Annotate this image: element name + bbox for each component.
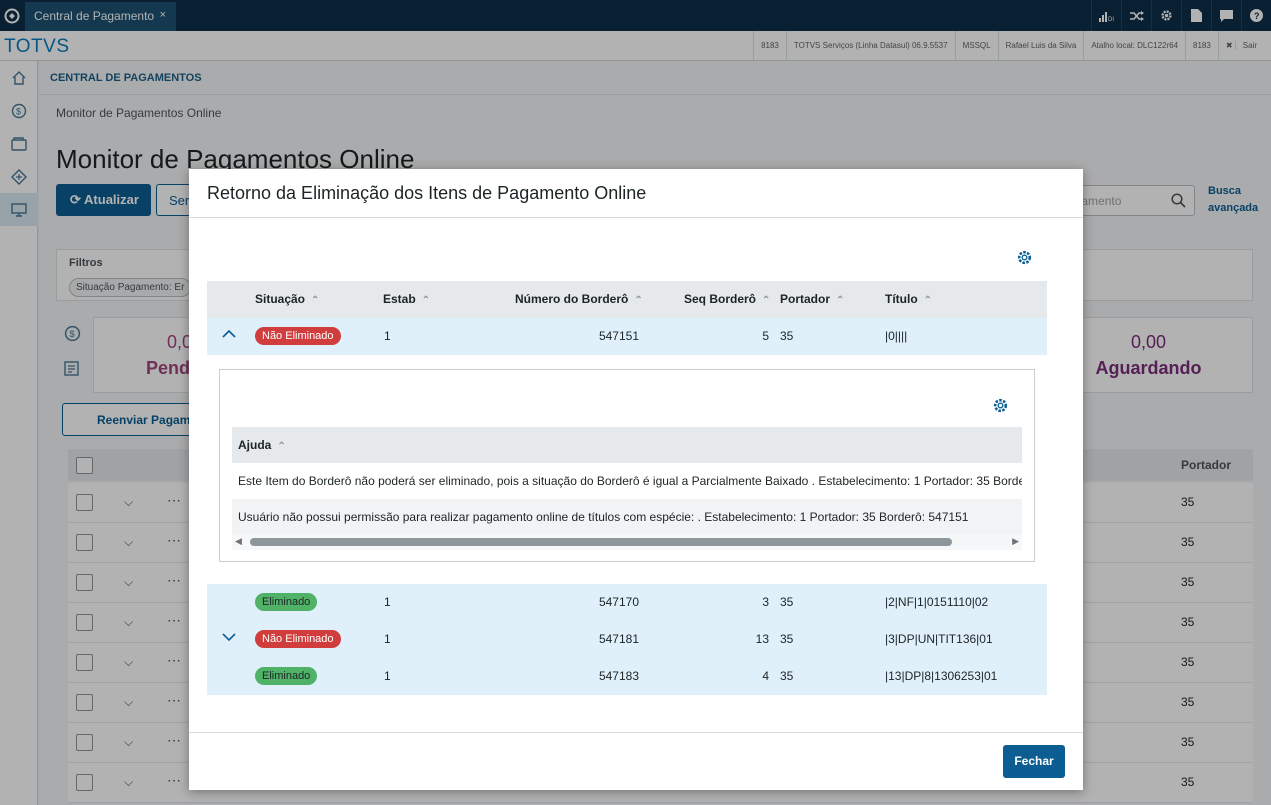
status-badge: Eliminado — [255, 593, 318, 611]
cell-numero: 547170 — [598, 595, 639, 609]
cell-titulo: |2|NF|1|0151110|02 — [885, 595, 989, 609]
column-seq-label: Seq Borderô — [684, 292, 757, 306]
close-button[interactable]: Fechar — [1003, 745, 1065, 778]
detail-message: Usuário não possui permissão para realiz… — [238, 510, 969, 524]
table-row[interactable]: Eliminado 1 547170 3 35 |2|NF|1|0151110|… — [207, 584, 1047, 621]
sort-icon[interactable]: ⌃ — [762, 295, 770, 306]
chevron-down-icon[interactable] — [221, 629, 239, 647]
cell-numero: 547183 — [598, 669, 639, 683]
status-badge: Não Eliminado — [255, 630, 341, 648]
table-row[interactable]: Não Eliminado 1 547181 13 35 |3|DP|UN|TI… — [207, 621, 1047, 658]
table-row[interactable]: Eliminado 1 547183 4 35 |13|DP|8|1306253… — [207, 658, 1047, 695]
cell-portador: 35 — [780, 329, 794, 343]
sort-icon[interactable]: ⌃ — [277, 441, 285, 452]
divider — [189, 732, 1083, 733]
status-badge: Não Eliminado — [255, 327, 341, 345]
cell-numero: 547151 — [598, 329, 639, 343]
cell-seq: 4 — [762, 669, 769, 683]
cell-portador: 35 — [780, 669, 794, 683]
detail-row[interactable]: Usuário não possui permissão para realiz… — [232, 499, 1022, 535]
sort-icon[interactable]: ⌃ — [634, 295, 642, 306]
chevron-up-icon[interactable] — [221, 326, 239, 344]
horizontal-scrollbar[interactable]: ◀ ▶ — [232, 534, 1022, 550]
cell-titulo: |13|DP|8|1306253|01 — [885, 669, 998, 683]
gear-icon[interactable] — [1016, 249, 1034, 267]
sort-icon[interactable]: ⌃ — [422, 295, 430, 306]
row-detail-panel: Ajuda ⌃ Este Item do Borderô não poderá s… — [219, 369, 1035, 562]
cell-titulo: |0|||| — [885, 329, 908, 343]
cell-estab: 1 — [384, 632, 391, 646]
column-estab-label: Estab — [383, 292, 416, 306]
cell-portador: 35 — [780, 632, 794, 646]
cell-estab: 1 — [384, 595, 391, 609]
sort-icon[interactable]: ⌃ — [836, 295, 844, 306]
column-numero-label: Número do Borderô — [515, 292, 629, 306]
gear-icon[interactable] — [992, 397, 1010, 415]
column-ajuda[interactable]: Ajuda ⌃ — [238, 438, 286, 452]
sort-icon[interactable]: ⌃ — [311, 295, 319, 306]
cell-seq: 13 — [755, 632, 769, 646]
column-situacao[interactable]: Situação ⌃ — [255, 292, 319, 306]
scroll-right-icon[interactable]: ▶ — [1012, 536, 1019, 547]
column-portador[interactable]: Portador ⌃ — [780, 292, 844, 306]
column-titulo-label: Título — [885, 292, 918, 306]
column-portador-label: Portador — [780, 292, 831, 306]
column-seq-bordero[interactable]: Seq Borderô ⌃ — [684, 292, 770, 306]
detail-row[interactable]: Este Item do Borderô não poderá ser elim… — [232, 463, 1022, 499]
column-estab[interactable]: Estab ⌃ — [383, 292, 430, 306]
cell-estab: 1 — [384, 329, 391, 343]
cell-titulo: |3|DP|UN|TIT136|01 — [885, 632, 993, 646]
cell-estab: 1 — [384, 669, 391, 683]
column-numero-bordero[interactable]: Número do Borderô ⌃ — [515, 292, 643, 306]
cell-portador: 35 — [780, 595, 794, 609]
column-ajuda-label: Ajuda — [238, 438, 272, 452]
cell-numero: 547181 — [598, 632, 639, 646]
scroll-left-icon[interactable]: ◀ — [235, 536, 242, 547]
cell-seq: 5 — [762, 329, 769, 343]
divider — [189, 217, 1083, 218]
status-badge: Eliminado — [255, 667, 318, 685]
dialog-title: Retorno da Eliminação dos Itens de Pagam… — [207, 183, 647, 203]
cell-seq: 3 — [762, 595, 769, 609]
sort-icon[interactable]: ⌃ — [924, 295, 932, 306]
grid-header: Situação ⌃ Estab ⌃ Número do Borderô ⌃ Seq … — [207, 281, 1047, 318]
column-titulo[interactable]: Título ⌃ — [885, 292, 932, 306]
detail-grid-header: Ajuda ⌃ — [232, 427, 1022, 463]
table-row[interactable]: Não Eliminado 1 547151 5 35 |0|||| — [207, 318, 1047, 355]
scrollbar-thumb[interactable] — [250, 538, 952, 546]
detail-message: Este Item do Borderô não poderá ser elim… — [238, 474, 1022, 488]
elimination-result-dialog: Retorno da Eliminação dos Itens de Pagam… — [189, 169, 1083, 790]
column-situacao-label: Situação — [255, 292, 306, 306]
